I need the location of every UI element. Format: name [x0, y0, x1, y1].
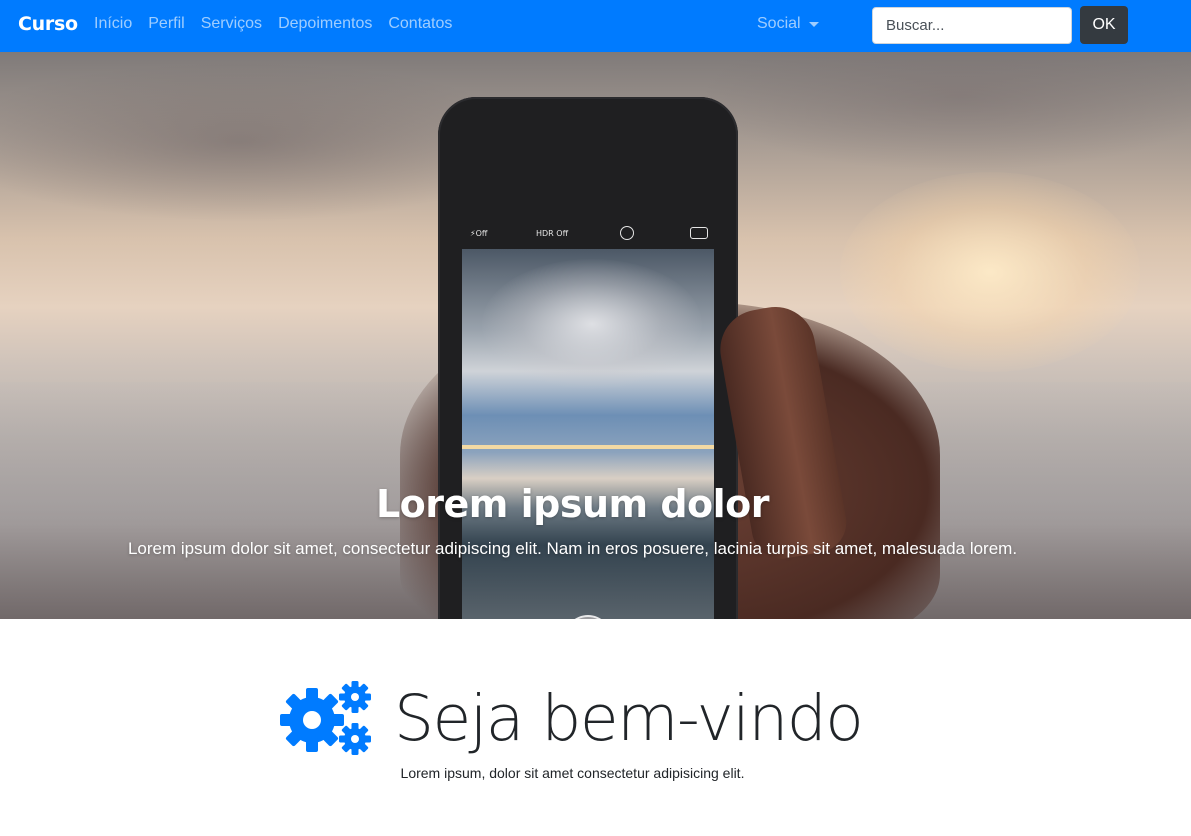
- nav-link-servicos[interactable]: Serviços: [201, 15, 262, 33]
- carousel-caption-text: Lorem ipsum dolor sit amet, consectetur …: [127, 539, 1018, 558]
- hero-background-cloud: [700, 52, 1191, 172]
- caret-down-icon: [808, 21, 819, 27]
- camera-flip-icon: [690, 227, 708, 239]
- cogs-icon: [280, 681, 371, 755]
- welcome-title: Seja bem-vindo: [394, 681, 864, 755]
- social-dropdown-label: Social: [757, 15, 801, 32]
- nav-link-depoimentos[interactable]: Depoimentos: [278, 15, 372, 33]
- welcome-heading: Seja bem-vindo: [280, 672, 864, 764]
- carousel-caption-title: Lorem ipsum dolor: [375, 482, 770, 526]
- screen-cloud: [482, 259, 702, 389]
- top-navbar: Curso Início Perfil Serviços Depoimentos…: [0, 0, 1191, 52]
- nav-link-perfil[interactable]: Perfil: [148, 15, 184, 33]
- welcome-subtitle: Lorem ipsum, dolor sit amet consectetur …: [400, 765, 745, 781]
- hdr-off-label: HDR Off: [536, 229, 569, 238]
- flash-off-label: ⚡Off: [470, 229, 488, 238]
- nav-link-inicio[interactable]: Início: [94, 15, 132, 33]
- social-dropdown[interactable]: Social: [757, 15, 819, 33]
- brand-logo[interactable]: Curso: [18, 13, 78, 35]
- screen-horizon: [462, 445, 714, 449]
- phone-screen-photo: [462, 249, 714, 619]
- timer-icon: [620, 226, 634, 240]
- search-input[interactable]: [872, 7, 1072, 44]
- nav-link-contatos[interactable]: Contatos: [388, 15, 452, 33]
- nav-links: Início Perfil Serviços Depoimentos Conta…: [94, 15, 452, 33]
- hero-sun-glow: [840, 172, 1140, 372]
- hero-carousel: ⚡Off HDR Off Lorem ipsum dolor Lorem ips…: [0, 52, 1191, 619]
- phone-camera-topbar: ⚡Off HDR Off: [438, 225, 738, 247]
- search-submit-button[interactable]: OK: [1080, 6, 1128, 44]
